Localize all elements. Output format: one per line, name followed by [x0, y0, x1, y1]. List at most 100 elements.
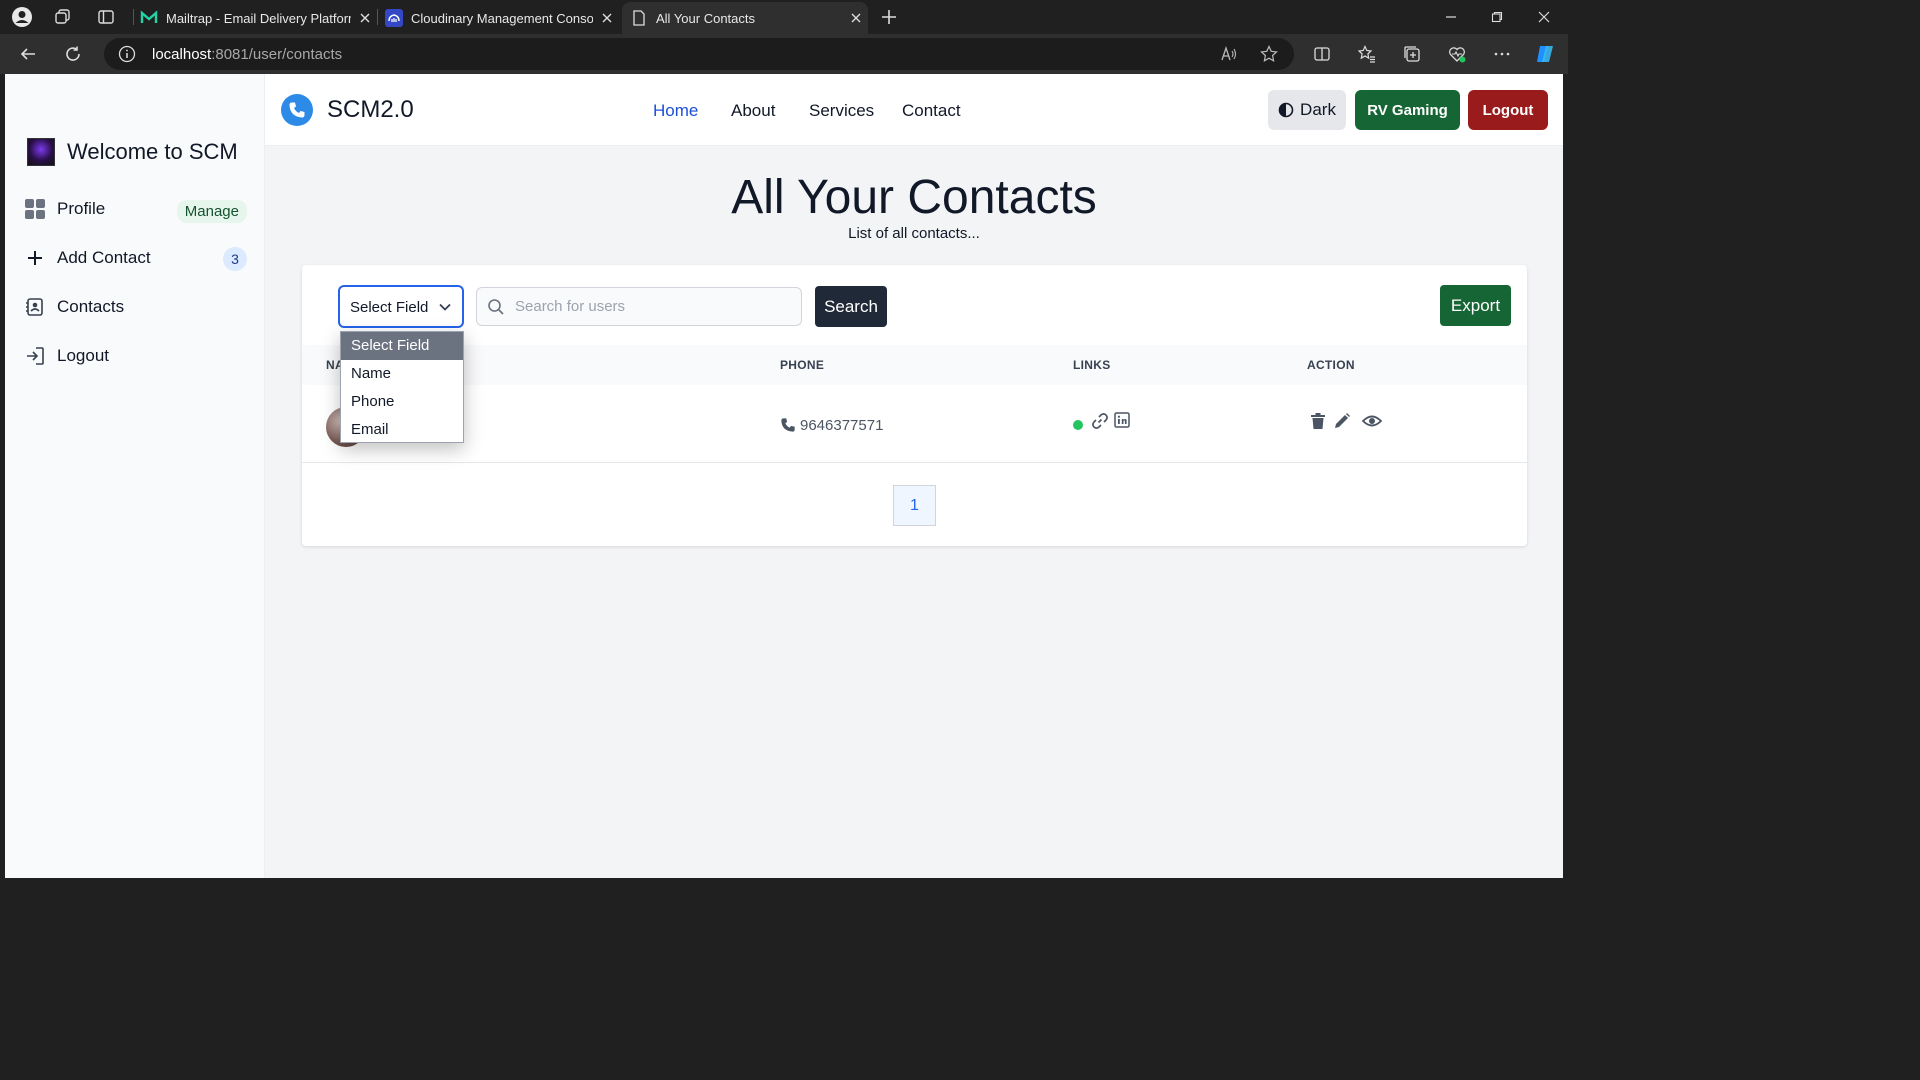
browser-essentials-icon[interactable] [1445, 42, 1469, 66]
nav-link-about[interactable]: About [731, 101, 775, 121]
minimize-icon[interactable] [1436, 4, 1466, 30]
tab-title: Mailtrap - Email Delivery Platform [166, 10, 351, 26]
sidebar-item-label: Logout [57, 346, 109, 365]
field-select[interactable]: Select Field [338, 285, 464, 328]
delete-icon[interactable] [1310, 412, 1328, 430]
sidebar-item-label: Add Contact [57, 248, 151, 267]
search-button[interactable]: Search [815, 286, 887, 327]
phone-logo-icon[interactable] [281, 94, 313, 126]
tab-actions-icon[interactable] [95, 6, 117, 28]
tab-separator [377, 9, 378, 25]
contact-card-icon [23, 295, 47, 319]
back-icon[interactable] [16, 42, 40, 66]
collections-icon[interactable] [1400, 42, 1424, 66]
page-subtitle: List of all contacts... [848, 225, 980, 242]
url-host: localhost [152, 46, 212, 63]
field-select-dropdown: Select Field Name Phone Email [340, 331, 464, 443]
page: Welcome to SCM Profile Manage Add Contac… [5, 74, 1563, 878]
window-close-icon[interactable] [1529, 4, 1559, 30]
favorites-icon[interactable] [1355, 42, 1379, 66]
favorite-star-icon[interactable] [1260, 45, 1278, 63]
sidebar-title: Welcome to SCM [67, 139, 238, 164]
logout-icon [23, 344, 47, 368]
read-aloud-icon[interactable] [1220, 45, 1238, 63]
tab-mailtrap[interactable]: Mailtrap - Email Delivery Platform [140, 2, 373, 34]
view-icon[interactable] [1362, 412, 1382, 430]
url-text: localhost:8081/user/contacts [152, 46, 342, 63]
table-row: nar il.com 9646377571 [302, 385, 1527, 463]
tab-title: All Your Contacts [656, 10, 756, 26]
close-icon[interactable] [848, 10, 864, 26]
sidebar-item-label: Profile [57, 199, 106, 218]
top-navbar: SCM2.0 Home About Services Contact Dark … [265, 74, 1563, 146]
logout-button[interactable]: Logout [1468, 90, 1548, 130]
window-bottom-edge [0, 878, 1568, 882]
page-button[interactable]: 1 [893, 485, 936, 526]
favorite-indicator [1073, 420, 1083, 430]
option-select-field[interactable]: Select Field [341, 332, 463, 360]
search-box [476, 287, 802, 326]
restore-icon[interactable] [1482, 4, 1512, 30]
column-header-links: LINKS [1073, 358, 1111, 372]
theme-toggle-label: Dark [1300, 100, 1336, 119]
reload-icon[interactable] [61, 42, 85, 66]
sidebar-item-label: Contacts [57, 297, 125, 316]
nav-link-contact[interactable]: Contact [902, 101, 961, 121]
info-icon[interactable] [118, 45, 136, 63]
page-icon [630, 9, 648, 27]
column-header-phone: PHONE [780, 358, 825, 372]
url-path: :8081/user/contacts [211, 46, 343, 63]
option-email[interactable]: Email [341, 416, 463, 444]
page-title: All Your Contacts [731, 171, 1097, 224]
table-header: NA PHONE LINKS ACTION [302, 345, 1527, 385]
grid-icon [23, 197, 47, 221]
phone-icon [780, 417, 796, 433]
edit-icon[interactable] [1333, 412, 1351, 430]
theme-toggle-button[interactable]: Dark [1268, 90, 1346, 130]
manage-badge: Manage [176, 200, 247, 223]
user-button[interactable]: RV Gaming [1355, 90, 1460, 130]
sidebar-item-contacts[interactable]: Contacts [23, 288, 247, 326]
more-options-icon[interactable] [1490, 42, 1514, 66]
mailtrap-icon [140, 9, 158, 27]
column-header-action: ACTION [1307, 358, 1355, 372]
profile-icon[interactable] [11, 6, 33, 28]
linkedin-icon[interactable] [1114, 412, 1132, 430]
brand-name[interactable]: SCM2.0 [327, 96, 414, 124]
tab-cloudinary[interactable]: Cloudinary Management Console [385, 2, 615, 34]
search-icon [487, 298, 505, 316]
half-circle-icon [1278, 102, 1294, 118]
url-field[interactable]: localhost:8081/user/contacts [104, 38, 1294, 70]
sidebar-brand: Welcome to SCM [27, 138, 238, 166]
close-icon[interactable] [599, 10, 615, 26]
split-screen-icon[interactable] [1310, 42, 1334, 66]
sidebar: Welcome to SCM Profile Manage Add Contac… [5, 74, 265, 878]
count-badge: 3 [223, 247, 247, 271]
new-tab-icon[interactable] [878, 6, 900, 28]
option-phone[interactable]: Phone [341, 388, 463, 416]
tab-separator [133, 9, 134, 25]
nav-link-home[interactable]: Home [653, 101, 698, 121]
search-input[interactable] [515, 288, 795, 325]
workspaces-icon[interactable] [52, 6, 74, 28]
user-logo [27, 138, 55, 166]
sidebar-item-profile[interactable]: Profile Manage [23, 190, 247, 228]
close-icon[interactable] [357, 10, 373, 26]
copilot-icon[interactable] [1533, 42, 1557, 66]
contacts-card: Select Field Search Export NA PHONE LINK… [302, 265, 1527, 546]
cloudinary-icon [385, 9, 403, 27]
sidebar-item-add-contact[interactable]: Add Contact 3 [23, 239, 247, 277]
chevron-down-icon [438, 300, 452, 314]
contact-phone: 9646377571 [800, 417, 884, 434]
sidebar-item-logout[interactable]: Logout [23, 337, 247, 375]
nav-link-services[interactable]: Services [809, 101, 874, 121]
tab-title: Cloudinary Management Console [411, 10, 593, 26]
field-select-value: Select Field [350, 299, 429, 316]
option-name[interactable]: Name [341, 360, 463, 388]
tab-all-contacts[interactable]: All Your Contacts [622, 2, 868, 34]
address-bar: localhost:8081/user/contacts [0, 34, 1568, 74]
export-button[interactable]: Export [1440, 285, 1511, 326]
browser-titlebar: Mailtrap - Email Delivery Platform Cloud… [0, 0, 1568, 34]
link-icon[interactable] [1091, 412, 1109, 430]
plus-icon [23, 246, 47, 270]
